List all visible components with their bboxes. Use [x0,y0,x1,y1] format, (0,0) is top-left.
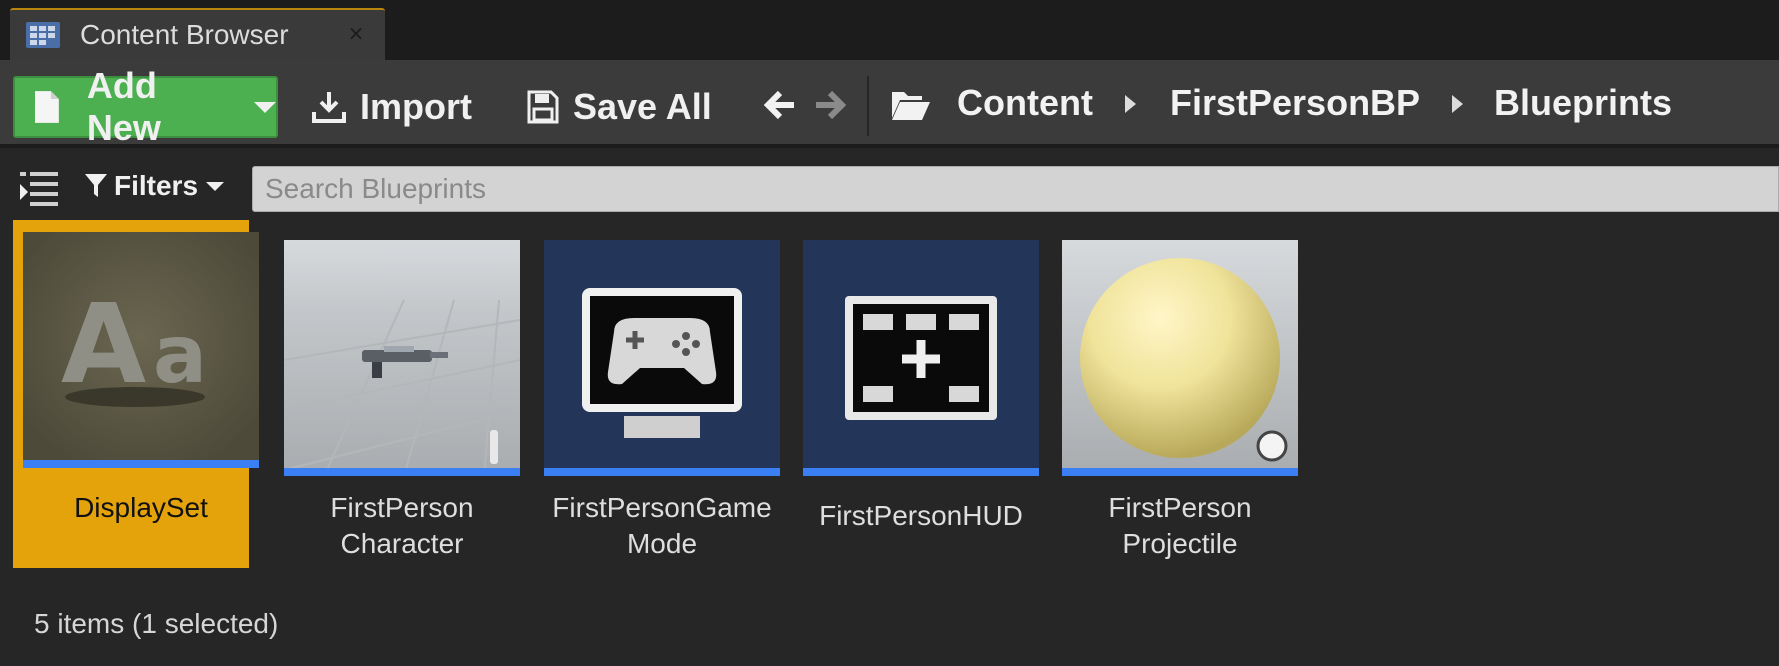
tab-title: Content Browser [80,19,289,50]
asset-thumbnail: A a [23,232,259,468]
breadcrumb-content[interactable]: Content [957,82,1093,124]
tab-bar: Content Browser × [0,0,1779,60]
filter-icon [85,174,107,197]
content-browser-icon [26,22,60,48]
asset-name: FirstPersonGame Mode [552,492,772,559]
back-arrow-icon[interactable] [762,87,798,123]
font-asset-icon: A a [23,232,259,468]
search-input[interactable] [252,166,1779,212]
asset-name: FirstPerson Character [330,492,474,559]
hud-screen-icon [803,240,1039,476]
save-icon [527,90,559,124]
chevron-down-icon [206,181,225,191]
add-new-button[interactable]: Add New [13,65,278,148]
import-icon [312,92,346,123]
asset-type-bar [1062,468,1298,476]
asset-thumbnail [1062,240,1298,476]
chevron-down-icon [254,101,276,113]
asset-name: DisplaySet [74,492,208,523]
filters-label: Filters [114,170,199,201]
filter-bar: Filters [0,148,1779,218]
filters-button[interactable]: Filters [84,170,225,202]
forward-arrow-icon[interactable] [812,87,848,123]
asset-type-bar [284,468,520,476]
chevron-right-icon[interactable] [1125,95,1136,113]
asset-name: FirstPersonHUD [819,500,1023,531]
new-file-icon [34,91,59,123]
save-all-label: Save All [573,86,712,127]
asset-tile-firstpersoncharacter[interactable]: FirstPerson Character [284,228,520,568]
character-gun-icon [284,240,520,476]
yellow-sphere-icon [1062,240,1298,476]
asset-thumbnail [284,240,520,476]
tab-content-browser[interactable]: Content Browser × [10,8,385,60]
close-icon[interactable]: × [347,23,365,43]
chevron-right-icon[interactable] [1452,95,1463,113]
asset-name: FirstPerson Projectile [1108,492,1252,559]
asset-thumbnail [544,240,780,476]
save-all-button[interactable]: Save All [527,78,712,136]
breadcrumb-firstpersonbp[interactable]: FirstPersonBP [1170,82,1420,124]
asset-tile-firstpersonhud[interactable]: FirstPersonHUD [803,228,1039,568]
toolbar-divider [867,76,869,136]
svg-text:a: a [153,308,207,401]
import-button[interactable]: Import [312,78,472,136]
asset-type-bar [23,460,259,468]
add-new-label: Add New [86,65,161,148]
asset-type-bar [803,468,1039,476]
toolbar: Add New Import Save All Content FirstPer… [0,60,1779,148]
asset-tile-firstpersongamemode[interactable]: FirstPersonGame Mode [544,228,780,568]
asset-thumbnail [803,240,1039,476]
status-item-count: 5 items (1 selected) [34,608,279,639]
import-label: Import [360,86,472,127]
gamemode-monitor-icon [544,240,780,476]
svg-text:A: A [61,280,146,408]
breadcrumb-blueprints[interactable]: Blueprints [1494,82,1672,124]
asset-grid: A a DisplaySet FirstPerson Character Fir… [0,218,1779,578]
folder-open-icon[interactable] [890,88,932,122]
asset-tile-firstpersonprojectile[interactable]: FirstPerson Projectile [1062,228,1298,568]
asset-tile-displayset[interactable]: A a DisplaySet [13,220,259,568]
asset-type-bar [544,468,780,476]
sources-panel-toggle-icon[interactable] [18,168,60,208]
